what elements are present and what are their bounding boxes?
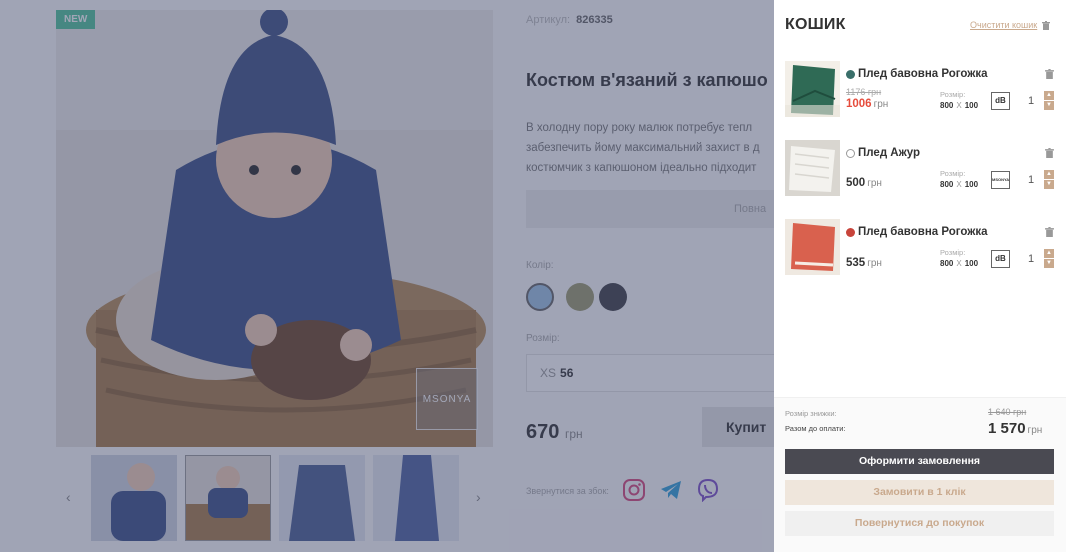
quantity-stepper: ▲ ▼ (1044, 249, 1054, 269)
modal-overlay[interactable] (0, 0, 774, 552)
cart-item-name[interactable]: Плед бавовна Рогожка (846, 68, 988, 80)
size-height: 100 (964, 101, 979, 110)
decrease-icon[interactable]: ▼ (1044, 259, 1054, 268)
size-label: Розмір: (940, 248, 966, 257)
quantity-value[interactable]: 1 (1028, 253, 1034, 265)
discount-value: 1 640 грн (988, 407, 1027, 417)
delete-item-icon[interactable] (1045, 227, 1054, 237)
cart-title: КОШИК (785, 16, 846, 33)
cart-item-image[interactable] (785, 140, 840, 196)
total-value: 1 570 грн (988, 420, 1042, 437)
color-dot (846, 227, 855, 237)
size-width: 800 (940, 101, 954, 110)
price-value: 1006 (846, 98, 872, 110)
cart-item-image[interactable] (785, 61, 840, 117)
size-height: 100 (964, 259, 979, 268)
increase-icon[interactable]: ▲ (1044, 170, 1054, 179)
cart-item-title: Плед Ажур (858, 147, 921, 159)
cart-item-name[interactable]: Плед бавовна Рогожка (846, 226, 988, 238)
cart-item-title: Плед бавовна Рогожка (858, 68, 988, 80)
size-separator: X (956, 180, 962, 189)
price-currency: грн (867, 178, 882, 189)
quantity-value[interactable]: 1 (1028, 95, 1034, 107)
clear-cart-link[interactable]: Очистити кошик (970, 20, 1051, 30)
cart-item-price: 500 грн (846, 177, 882, 189)
brand-logo: dB (991, 250, 1010, 268)
quantity-stepper: ▲ ▼ (1044, 91, 1054, 111)
price-currency: грн (867, 258, 882, 269)
decrease-icon[interactable]: ▼ (1044, 101, 1054, 110)
size-separator: X (956, 259, 962, 268)
cart-item-image[interactable] (785, 219, 840, 275)
cart-item: Плед бавовна Рогожка 1176 грн 1006 грн Ро… (785, 61, 1060, 119)
cart-item-price: 1006 грн (846, 98, 888, 110)
cart-item: Плед бавовна Рогожка 535 грн Розмір: 800 X… (785, 219, 1060, 277)
size-width: 800 (940, 180, 954, 189)
size-label: Розмір: (940, 90, 966, 99)
quantity-stepper: ▲ ▼ (1044, 170, 1054, 190)
cart-item: Плед Ажур 500 грн Розмір: 800 X 100 MSONYA … (785, 140, 1060, 198)
cart-item-price: 535 грн (846, 257, 882, 269)
price-value: 535 (846, 257, 866, 269)
cart-drawer: КОШИК Очистити кошик Плед бавовна Рогожк… (774, 0, 1066, 552)
quantity-value[interactable]: 1 (1028, 174, 1034, 186)
trash-icon (1042, 20, 1051, 30)
clear-cart-label: Очистити кошик (970, 20, 1038, 30)
size-value: 800 X 100 (940, 101, 978, 110)
old-price: 1176 грн (846, 87, 882, 97)
cart-footer: Розмір знижки: 1 640 грн Разом до оплати… (774, 397, 1066, 552)
size-separator: X (956, 101, 962, 110)
cart-item-name[interactable]: Плед Ажур (846, 147, 920, 159)
delete-item-icon[interactable] (1045, 148, 1054, 158)
total-currency: грн (1027, 425, 1043, 436)
price-currency: грн (873, 99, 889, 110)
checkout-button[interactable]: Оформити замовлення (785, 449, 1054, 474)
decrease-icon[interactable]: ▼ (1044, 180, 1054, 189)
total-label: Разом до оплати: (785, 424, 846, 433)
one-click-order-button[interactable]: Замовити в 1 клік (785, 480, 1054, 505)
brand-logo: MSONYA (991, 171, 1010, 189)
size-height: 100 (964, 180, 979, 189)
increase-icon[interactable]: ▲ (1044, 91, 1054, 100)
discount-label: Розмір знижки: (785, 409, 837, 418)
cart-item-title: Плед бавовна Рогожка (858, 226, 988, 238)
size-width: 800 (940, 259, 954, 268)
increase-icon[interactable]: ▲ (1044, 249, 1054, 258)
price-value: 500 (846, 177, 866, 189)
size-value: 800 X 100 (940, 259, 978, 268)
brand-logo: dB (991, 92, 1010, 110)
color-dot (846, 69, 855, 79)
size-label: Розмір: (940, 169, 966, 178)
delete-item-icon[interactable] (1045, 69, 1054, 79)
color-dot (846, 148, 855, 158)
total-amount: 1 570 (988, 420, 1026, 437)
size-value: 800 X 100 (940, 180, 978, 189)
continue-shopping-button[interactable]: Повернутися до покупок (785, 511, 1054, 536)
